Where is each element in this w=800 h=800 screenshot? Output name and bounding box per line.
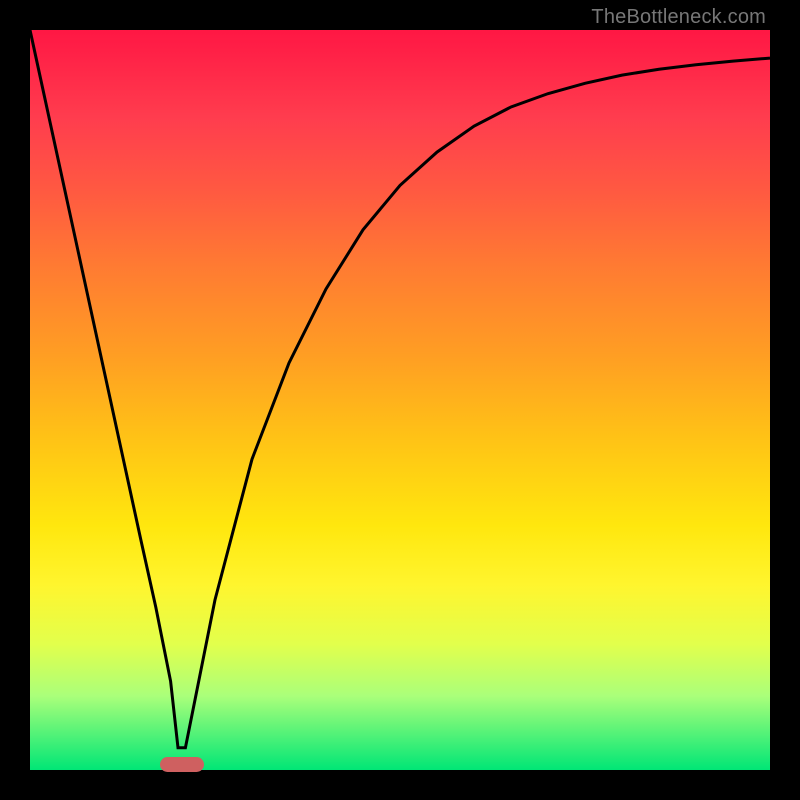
bottleneck-curve	[30, 30, 770, 770]
plot-area	[30, 30, 770, 770]
chart-frame: TheBottleneck.com	[0, 0, 800, 800]
watermark-text: TheBottleneck.com	[591, 6, 766, 29]
optimal-marker	[160, 757, 204, 772]
curve-path	[30, 30, 770, 748]
